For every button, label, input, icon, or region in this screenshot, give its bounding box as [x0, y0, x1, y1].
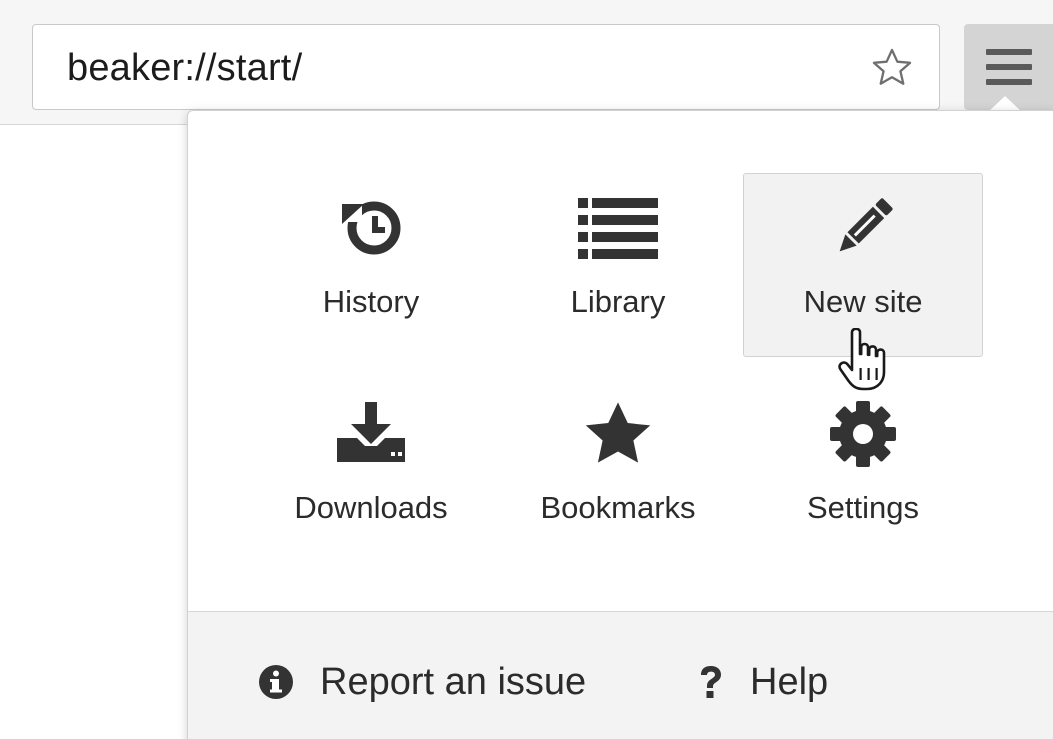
menu-item-label: History — [322, 284, 420, 319]
list-icon — [578, 198, 658, 259]
menu-item-bookmarks[interactable]: Bookmarks — [498, 379, 738, 563]
menu-footer: Report an issue Help — [188, 611, 1053, 739]
url-text[interactable]: beaker://start/ — [67, 25, 302, 111]
menu-item-settings[interactable]: Settings — [743, 379, 983, 563]
menu-item-label: Downloads — [294, 490, 448, 525]
help-label: Help — [750, 660, 829, 703]
star-outline-icon[interactable] — [869, 45, 915, 91]
download-icon — [337, 402, 405, 462]
question-icon — [701, 666, 721, 698]
menu-item-label: New site — [803, 284, 923, 319]
menu-item-label: Settings — [806, 490, 919, 525]
menu-item-downloads[interactable]: Downloads — [251, 379, 491, 563]
menu-item-new-site[interactable]: New site — [743, 173, 983, 357]
history-icon — [338, 200, 401, 255]
pencil-icon — [839, 198, 893, 252]
menu-item-history[interactable]: History — [251, 173, 491, 357]
help-link[interactable]: Help — [698, 657, 828, 707]
report-issue-label: Report an issue — [320, 660, 587, 703]
menu-item-library[interactable]: Library — [498, 173, 738, 357]
info-icon — [259, 665, 293, 699]
menu-item-label: Library — [570, 284, 666, 319]
hamburger-menu-icon — [986, 49, 1032, 85]
menu-item-label: Bookmarks — [540, 490, 696, 525]
report-issue-link[interactable]: Report an issue — [258, 657, 586, 707]
gear-icon — [830, 401, 896, 467]
star-icon — [585, 402, 651, 463]
dropdown-arrow — [989, 96, 1021, 111]
browser-window: beaker://start/ History Library New site… — [0, 0, 1053, 739]
main-menu-dropdown: History Library New site Downloads Bookm… — [187, 110, 1053, 739]
browser-toolbar: beaker://start/ — [0, 0, 1053, 125]
url-bar[interactable]: beaker://start/ — [32, 24, 940, 110]
